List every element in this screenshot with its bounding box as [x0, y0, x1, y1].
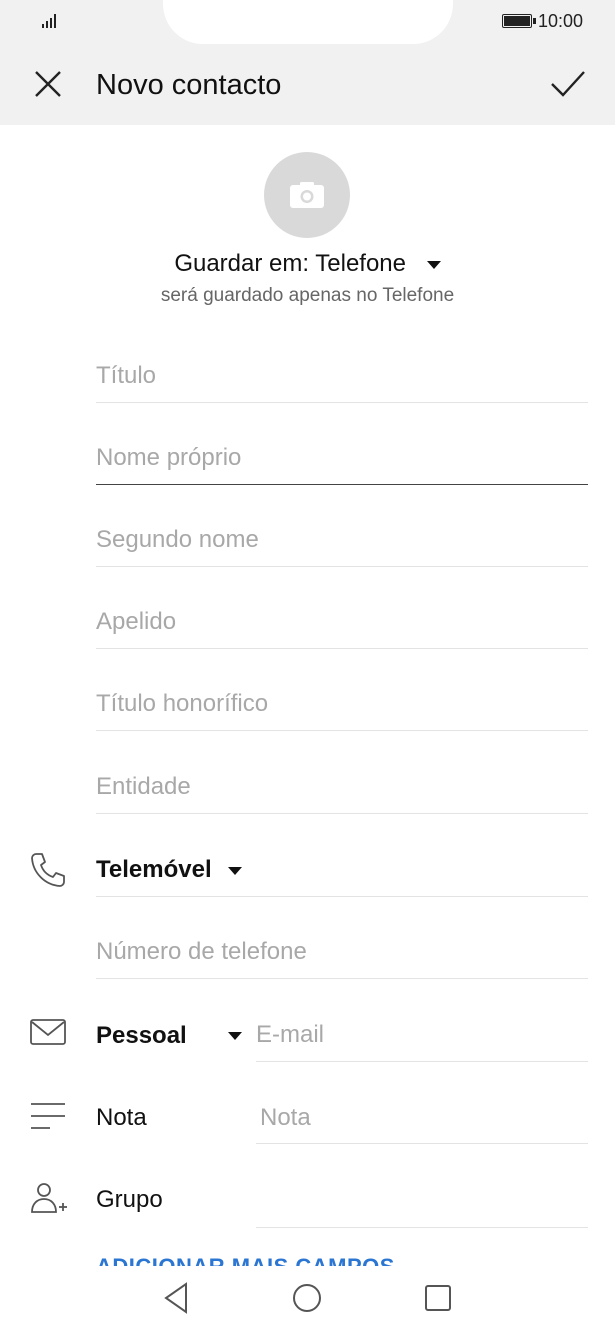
close-button[interactable]	[30, 66, 66, 102]
title-field[interactable]: Título	[96, 356, 588, 403]
save-location-subtitle: será guardado apenas no Telefone	[160, 285, 455, 306]
status-bar-right: 10:00	[501, 10, 583, 32]
first-name-field[interactable]: Nome próprio	[96, 438, 588, 485]
phone-icon	[31, 853, 65, 887]
note-field[interactable]: Nota	[256, 1098, 588, 1144]
save-check-button[interactable]	[548, 66, 588, 102]
phone-number-field[interactable]: Número de telefone	[96, 932, 588, 979]
email-type-selector[interactable]: Pessoal	[96, 1016, 187, 1056]
camera-icon	[290, 182, 324, 208]
phone-type-label: Telemóvel	[96, 856, 212, 883]
contact-photo-button[interactable]	[264, 152, 350, 238]
status-time: 10:00	[537, 10, 583, 31]
back-icon[interactable]	[160, 1280, 196, 1316]
battery-icon	[501, 14, 536, 28]
company-field[interactable]: Entidade	[96, 767, 588, 814]
recents-icon[interactable]	[420, 1280, 456, 1316]
last-name-field[interactable]: Apelido	[96, 602, 588, 649]
middle-name-field[interactable]: Segundo nome	[96, 520, 588, 567]
email-type-label: Pessoal	[96, 1022, 187, 1049]
honorific-field[interactable]: Título honorífico	[96, 684, 588, 731]
dropdown-arrow-icon[interactable]	[228, 1031, 242, 1041]
phone-type-selector[interactable]: Telemóvel	[96, 850, 588, 897]
dropdown-arrow-icon	[228, 866, 243, 875]
system-navigation-bar	[0, 1266, 615, 1334]
group-icon	[31, 1183, 67, 1213]
dropdown-arrow-icon	[426, 260, 441, 269]
page-title: Novo contacto	[96, 69, 282, 101]
note-icon	[31, 1103, 65, 1129]
signal-icon	[42, 14, 56, 28]
group-label: Grupo	[96, 1186, 163, 1213]
add-more-fields-button[interactable]: ADICIONAR MAIS CAMPOS	[96, 1252, 395, 1266]
mail-icon	[30, 1019, 66, 1045]
save-location-selector[interactable]: Guardar em: Telefone	[0, 250, 615, 278]
group-selector[interactable]	[256, 1181, 588, 1228]
email-field[interactable]: E-mail	[256, 1015, 588, 1062]
save-location-label: Guardar em: Telefone	[174, 250, 407, 277]
note-label: Nota	[96, 1104, 147, 1131]
home-icon[interactable]	[289, 1280, 325, 1316]
display-notch	[163, 0, 453, 44]
